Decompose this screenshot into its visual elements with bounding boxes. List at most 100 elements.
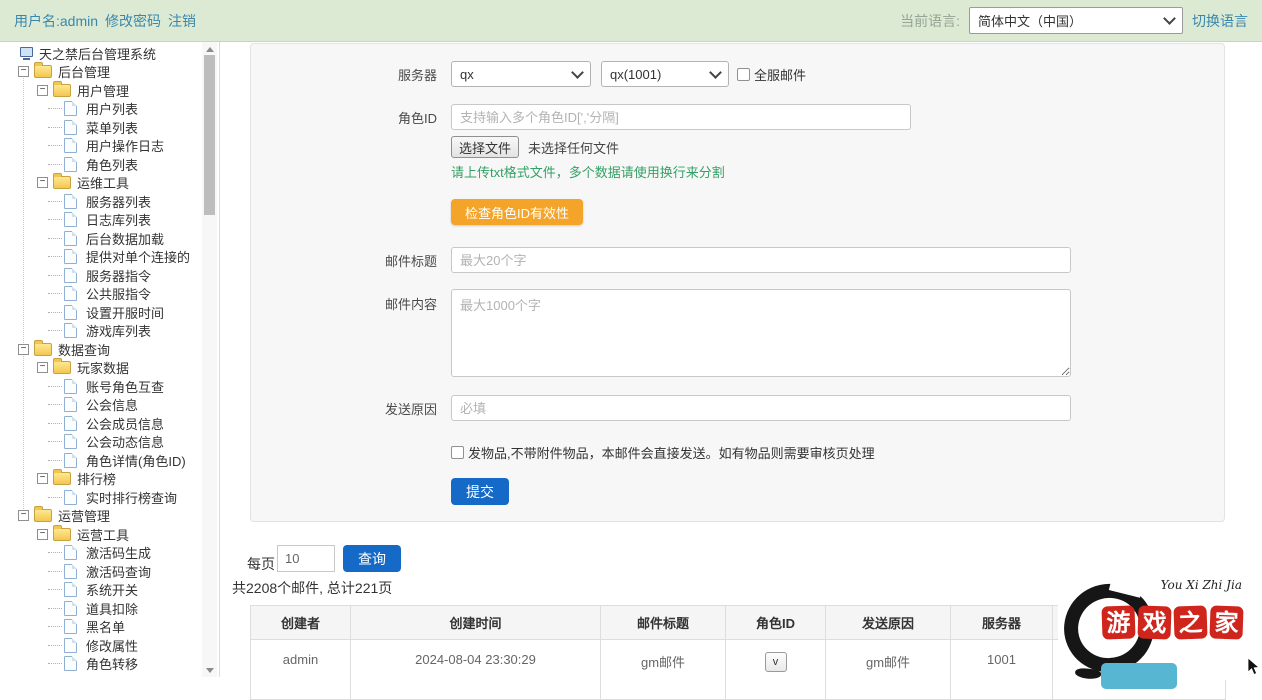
tree-item-label: 运营管理 [58,506,110,525]
tree-leaf-8[interactable]: 服务器列表 [0,192,219,211]
tree-item-label: 玩家数据 [77,358,129,377]
collapse-toggle[interactable]: − [18,510,29,521]
file-icon [64,545,77,560]
tree-item-label: 运维工具 [77,173,129,192]
cell-send-reason: gm邮件 [826,640,951,700]
tree-leaf-6[interactable]: 角色列表 [0,155,219,174]
logo-stamp-char: 之 [1173,605,1207,639]
tree-leaf-22[interactable]: 角色详情(角色ID) [0,451,219,470]
tree-leaf-33[interactable]: 角色转移 [0,655,219,674]
tree-leaf-19[interactable]: 公会信息 [0,396,219,415]
all-server-mail-checkbox[interactable] [737,68,750,81]
send-reason-input[interactable] [451,395,1071,421]
tree-leaf-27[interactable]: 激活码生成 [0,544,219,563]
collapse-toggle[interactable]: − [37,473,48,484]
scroll-up-button[interactable] [202,42,217,56]
mail-content-label: 邮件内容 [251,289,451,313]
sidebar-scrollbar[interactable] [202,42,217,677]
tree-leaf-10[interactable]: 后台数据加载 [0,229,219,248]
mail-title-input[interactable] [451,247,1071,273]
tree-leaf-15[interactable]: 游戏库列表 [0,322,219,341]
tree-leaf-5[interactable]: 用户操作日志 [0,137,219,156]
check-role-id-button[interactable]: 检查角色ID有效性 [451,199,583,225]
logo-stamp-char: 家 [1209,605,1243,639]
server-select[interactable]: qx(1001) [601,61,729,87]
tree-leaf-3[interactable]: 用户列表 [0,100,219,119]
file-icon [64,286,77,301]
mail-content-row: 邮件内容 [251,289,1224,377]
tree-leaf-13[interactable]: 公共服指令 [0,285,219,304]
tree-leaf-14[interactable]: 设置开服时间 [0,303,219,322]
username-value: admin [60,13,98,29]
tree-folder-1[interactable]: −后台管理 [0,63,219,82]
chevron-down-icon [571,66,584,79]
tree-connector [48,645,62,646]
tree-leaf-20[interactable]: 公会成员信息 [0,414,219,433]
mail-content-textarea[interactable] [451,289,1071,377]
tree-item-label: 天之禁后台管理系统 [39,44,156,63]
tree-folder-26[interactable]: −运营工具 [0,525,219,544]
file-icon [64,157,77,172]
collapse-toggle[interactable]: − [18,344,29,355]
tree-folder-25[interactable]: − 运营管理 [0,507,219,526]
tree-connector [48,312,62,313]
tree-folder-2[interactable]: −用户管理 [0,81,219,100]
language-select[interactable]: 简体中文（中国） [969,7,1183,34]
tree-leaf-12[interactable]: 服务器指令 [0,266,219,285]
folder-icon [34,65,52,78]
scrollbar-thumb[interactable] [204,55,215,215]
tree-folder-17[interactable]: − 玩家数据 [0,359,219,378]
collapse-toggle[interactable]: − [37,529,48,540]
language-area: 当前语言: 简体中文（中国） 切换语言 [900,7,1248,34]
column-header: 服务器 [951,606,1053,640]
tree-leaf-21[interactable]: 公会动态信息 [0,433,219,452]
logout-link[interactable]: 注销 [168,11,196,31]
tree-leaf-28[interactable]: 激活码查询 [0,562,219,581]
collapse-toggle[interactable]: − [37,362,48,373]
tree-leaf-11[interactable]: 提供对单个连接的 [0,248,219,267]
tree-leaf-9[interactable]: 日志库列表 [0,211,219,230]
tree-root[interactable]: 天之禁后台管理系统 [0,44,219,63]
collapse-toggle[interactable]: − [37,177,48,188]
send-item-checkbox[interactable] [451,446,464,459]
tree-leaf-31[interactable]: 黑名单 [0,618,219,637]
switch-language-link[interactable]: 切换语言 [1192,11,1248,31]
main-content: 服务器 qx qx(1001) 全服邮件 角色ID 选择文件 未选择任何文件 请… [220,42,1262,677]
query-button[interactable]: 查询 [343,545,401,572]
per-page-label: 每页 [247,554,275,574]
tree-item-label: 用户列表 [86,99,138,118]
collapse-toggle[interactable]: − [18,66,29,77]
change-password-link[interactable]: 修改密码 [105,11,161,31]
tree-item-label: 黑名单 [86,617,125,636]
file-icon [64,138,77,153]
tree-leaf-30[interactable]: 道具扣除 [0,599,219,618]
submit-button[interactable]: 提交 [451,478,509,505]
choose-file-button[interactable]: 选择文件 [451,136,519,158]
file-icon [64,619,77,634]
tree-connector [48,441,62,442]
tree-leaf-29[interactable]: 系统开关 [0,581,219,600]
server-group-select[interactable]: qx [451,61,591,87]
tree-leaf-18[interactable]: 账号角色互查 [0,377,219,396]
tree-folder-23[interactable]: −排行榜 [0,470,219,489]
role-id-expand-button[interactable]: v [765,652,787,672]
tree-connector [48,497,62,498]
scroll-down-button[interactable] [202,663,217,677]
tree-leaf-24[interactable]: 实时排行榜查询 [0,488,219,507]
tree-leaf-32[interactable]: 修改属性 [0,636,219,655]
language-label: 当前语言: [900,11,960,31]
file-icon [64,656,77,671]
tree-leaf-4[interactable]: 菜单列表 [0,118,219,137]
tree-folder-16[interactable]: −数据查询 [0,340,219,359]
cell-created-time: 2024-08-04 23:30:29 [351,640,601,700]
per-page-input[interactable] [277,545,335,572]
tree-item-label: 修改属性 [86,636,138,655]
tree-item-label: 提供对单个连接的 [86,247,190,266]
folder-icon [53,528,71,541]
file-icon [64,231,77,246]
collapse-toggle[interactable]: − [37,85,48,96]
row-action-button[interactable] [1101,663,1177,689]
tree-folder-7[interactable]: − 运维工具 [0,174,219,193]
role-id-input[interactable] [451,104,911,130]
tree-connector [48,460,62,461]
